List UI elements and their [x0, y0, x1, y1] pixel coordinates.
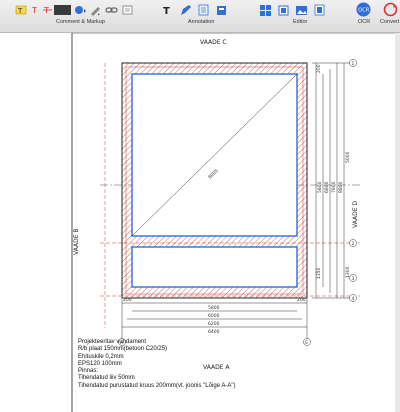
axis-marker-label: 2	[352, 241, 355, 247]
color-swatch	[53, 4, 71, 15]
text-highlight-button[interactable]: T	[14, 2, 28, 17]
svg-text:T: T	[163, 6, 170, 16]
notes-line: R/b plaat 150mm(betoon C20/25)	[78, 346, 168, 353]
image-button[interactable]	[294, 2, 308, 17]
stamp-button[interactable]	[120, 2, 134, 17]
right-dimensions	[312, 62, 350, 299]
right-axis-markers	[349, 59, 357, 302]
text-box-button[interactable]: T	[160, 2, 174, 17]
ocr-icon: OCR	[356, 2, 370, 17]
page-icon	[259, 4, 271, 16]
toolbar: T T T Comment & Markup T Annotation Edit…	[0, 0, 400, 33]
notes-line: Tihendatud liiv 50mm	[78, 375, 135, 382]
convert-icon	[383, 2, 397, 17]
axis-marker-label: E	[305, 340, 308, 346]
highlight-icon: T	[15, 5, 27, 15]
notes-line: Pinnas:	[78, 368, 99, 375]
svg-text:T: T	[43, 6, 49, 15]
view-title-left: VAADE B	[73, 228, 80, 255]
text-box-icon: T	[163, 6, 170, 16]
dim-small: 200	[123, 297, 132, 303]
axis-marker-label: 1	[352, 61, 355, 67]
crop-button[interactable]	[276, 2, 290, 17]
strike-icon: T	[42, 6, 52, 15]
dim-label: 6000	[208, 313, 220, 319]
view-title-right: VAADE D	[352, 201, 359, 228]
toolbar-group-label: Editor	[293, 19, 308, 25]
pen-icon	[90, 6, 100, 16]
attachment-button[interactable]	[214, 2, 228, 17]
dim-label: 5800	[317, 181, 323, 193]
shape-icon	[74, 5, 86, 14]
document-page: 8005 VAADE C VAADE A VAADE B VAADE D 200…	[0, 33, 395, 412]
foundation-notes: Projekteeritav vundament R/b plaat 150mm…	[78, 339, 235, 390]
stamp-icon	[122, 5, 132, 14]
dim-small: 200	[297, 297, 306, 303]
dim-label: 8800	[338, 181, 344, 193]
dim-label: 6200	[208, 321, 220, 327]
watermark-button[interactable]	[312, 2, 326, 17]
vertical-scrollbar[interactable]	[395, 33, 400, 412]
note-icon	[180, 4, 191, 15]
form-icon	[198, 4, 208, 15]
attachment-icon	[216, 5, 226, 15]
notes-line: Ehituskile 0,2mm	[78, 353, 124, 360]
convert-button[interactable]	[382, 2, 398, 17]
watermark-icon	[314, 4, 324, 15]
shape-button[interactable]	[73, 2, 87, 17]
toolbar-group-label: Comment & Markup	[56, 19, 105, 25]
color-swatch-button[interactable]	[53, 2, 71, 17]
svg-text:T: T	[17, 7, 23, 15]
axis-marker-label: 4	[352, 296, 355, 302]
dim-small: 1350	[316, 267, 322, 279]
text-color-button[interactable]: T	[30, 2, 42, 17]
crop-icon	[278, 5, 288, 15]
dim-label: 6800	[324, 181, 330, 193]
form-button[interactable]	[196, 2, 210, 17]
lower-room	[131, 246, 298, 288]
image-icon	[295, 5, 307, 15]
dim-label: 6400	[208, 329, 220, 335]
toolbar-group-label: Convert	[380, 19, 400, 25]
dim-label: 7800	[331, 181, 337, 193]
toolbar-group-label: Annotation	[188, 19, 215, 25]
dim-label: 5000	[345, 151, 351, 163]
dim-small: 200	[316, 64, 322, 73]
toolbar-group-label: OCR	[358, 19, 371, 25]
notes-line: EPS120 100mm	[78, 360, 122, 367]
strike-button[interactable]: T	[42, 2, 52, 17]
notes-line: Tihendatud purustatud kruus 200mm(vt. jo…	[78, 382, 236, 389]
page-button[interactable]	[258, 2, 272, 17]
document-canvas[interactable]: 8005 VAADE C VAADE A VAADE B VAADE D 200…	[0, 33, 400, 412]
note-button[interactable]	[178, 2, 192, 17]
svg-text:T: T	[31, 6, 37, 15]
notes-title: Projekteeritav vundament	[78, 339, 147, 345]
text-color-icon: T	[31, 6, 37, 15]
pen-button[interactable]	[88, 2, 102, 17]
svg-text:OCR: OCR	[358, 8, 369, 14]
ocr-button[interactable]: OCR	[355, 2, 371, 17]
dim-label: 5800	[208, 305, 220, 311]
view-title-top: VAADE C	[200, 39, 227, 46]
link-icon	[104, 6, 118, 13]
link-button[interactable]	[104, 2, 118, 17]
axis-marker-label: 3	[352, 276, 355, 282]
